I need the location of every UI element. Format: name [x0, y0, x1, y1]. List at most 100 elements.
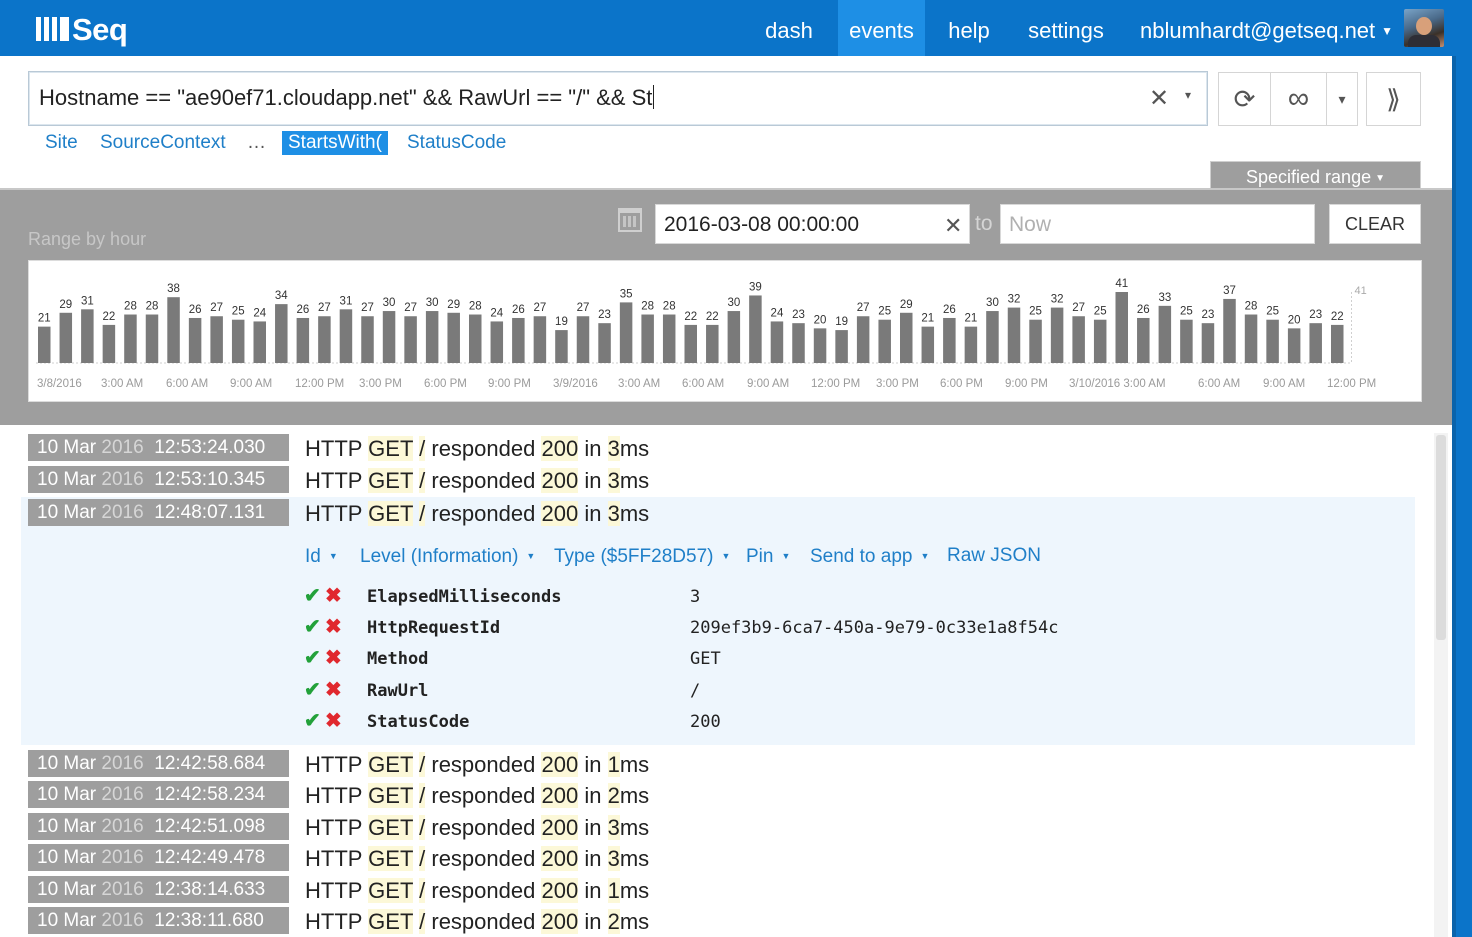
chart-bar[interactable] — [361, 316, 374, 363]
chart-bar[interactable] — [856, 316, 870, 363]
chart-bar[interactable] — [318, 316, 331, 363]
event-message[interactable]: HTTP GET / responded 200 in 3ms — [305, 814, 649, 841]
chart-bar[interactable] — [275, 304, 288, 363]
exclude-filter-icon[interactable]: ✖ — [325, 680, 342, 700]
chart-bar[interactable] — [1050, 307, 1064, 363]
tail-options-button[interactable]: ▾ — [1326, 72, 1358, 126]
event-timestamp[interactable]: 10 Mar 2016 12:42:49.478 — [28, 844, 289, 871]
chart-bar[interactable] — [167, 297, 180, 363]
exclude-filter-icon[interactable]: ✖ — [325, 617, 342, 637]
chart-bar[interactable] — [210, 316, 223, 363]
to-date-input[interactable]: Now — [1000, 204, 1315, 244]
chart-bar[interactable] — [598, 323, 611, 363]
chart-bar[interactable] — [1115, 292, 1129, 363]
suggestion-statuscode[interactable]: StatusCode — [407, 131, 506, 155]
chart-bar[interactable] — [576, 316, 590, 363]
chart-bar[interactable] — [1309, 323, 1322, 363]
event-message[interactable]: HTTP GET / responded 200 in 3ms — [305, 845, 649, 872]
event-message[interactable]: HTTP GET / responded 200 in 3ms — [305, 500, 649, 527]
user-menu[interactable]: nblumhardt@getseq.net ▼ — [1140, 0, 1393, 56]
chart-bar[interactable] — [770, 321, 784, 363]
event-message[interactable]: HTTP GET / responded 200 in 1ms — [305, 751, 649, 778]
chart-bar[interactable] — [533, 316, 547, 363]
chart-bar[interactable] — [231, 319, 245, 363]
event-timestamp[interactable]: 10 Mar 2016 12:38:11.680 — [28, 907, 289, 934]
detail-tab-type-5ff28d57[interactable]: Type ($5FF28D57) ▼ — [554, 543, 730, 570]
chart-bar[interactable] — [1137, 317, 1150, 363]
clear-range-button[interactable]: CLEAR — [1329, 204, 1421, 244]
chart-bar[interactable] — [1266, 319, 1279, 363]
include-filter-icon[interactable]: ✔ — [304, 617, 321, 637]
detail-tab-raw-json[interactable]: Raw JSON — [947, 543, 1041, 569]
chart-bar[interactable] — [1201, 323, 1215, 363]
event-timestamp[interactable]: 10 Mar 2016 12:53:24.030 — [28, 434, 289, 461]
chart-bar[interactable] — [404, 316, 417, 363]
chart-bar[interactable] — [921, 326, 935, 363]
chart-bar[interactable] — [81, 309, 94, 363]
clear-query-icon[interactable]: ✕ — [1149, 84, 1169, 113]
event-timestamp[interactable]: 10 Mar 2016 12:48:07.131 — [28, 499, 289, 526]
chart-bar[interactable] — [382, 311, 396, 363]
exclude-filter-icon[interactable]: ✖ — [325, 648, 342, 668]
suggestion-more[interactable]: … — [247, 131, 266, 155]
clear-from-icon[interactable]: ✕ — [944, 213, 962, 239]
chart-bar[interactable] — [1029, 319, 1042, 363]
chart-bar[interactable] — [878, 319, 891, 363]
exclude-filter-icon[interactable]: ✖ — [325, 586, 342, 606]
event-timestamp[interactable]: 10 Mar 2016 12:42:58.684 — [28, 750, 289, 777]
event-list-scrollbar-thumb[interactable] — [1436, 435, 1446, 640]
chart-bar[interactable] — [38, 326, 51, 363]
suggestion-sourcecontext[interactable]: SourceContext — [100, 131, 226, 155]
include-filter-icon[interactable]: ✔ — [304, 648, 321, 668]
chart-bar[interactable] — [641, 314, 654, 363]
chart-bar[interactable] — [188, 317, 202, 363]
event-message[interactable]: HTTP GET / responded 200 in 2ms — [305, 782, 649, 809]
suggestion-startswith[interactable]: StartsWith( — [282, 131, 388, 155]
chart-bar[interactable] — [727, 311, 741, 363]
chart-bar[interactable] — [792, 323, 805, 363]
chart-bar[interactable] — [619, 302, 633, 363]
event-message[interactable]: HTTP GET / responded 200 in 3ms — [305, 467, 649, 494]
detail-tab-pin[interactable]: Pin ▼ — [746, 543, 790, 570]
chart-bar[interactable] — [469, 314, 482, 363]
detail-tab-id[interactable]: Id ▼ — [305, 543, 338, 570]
event-timestamp[interactable]: 10 Mar 2016 12:42:58.234 — [28, 781, 289, 808]
chart-bar[interactable] — [1072, 316, 1085, 363]
chart-bar[interactable] — [339, 309, 353, 363]
chart-bar[interactable] — [102, 324, 116, 363]
include-filter-icon[interactable]: ✔ — [304, 711, 321, 731]
chart-bar[interactable] — [1007, 307, 1021, 363]
event-timestamp[interactable]: 10 Mar 2016 12:42:51.098 — [28, 813, 289, 840]
chart-bar[interactable] — [124, 314, 137, 363]
event-timestamp[interactable]: 10 Mar 2016 12:53:10.345 — [28, 466, 289, 493]
chart-bar[interactable] — [1331, 324, 1344, 363]
chart-bar[interactable] — [447, 312, 460, 363]
nav-settings[interactable]: settings — [1014, 0, 1118, 56]
chart-bar[interactable] — [490, 321, 504, 363]
chart-bar[interactable] — [749, 295, 762, 363]
chart-bar[interactable] — [986, 311, 999, 363]
event-message[interactable]: HTTP GET / responded 200 in 2ms — [305, 908, 649, 935]
detail-tab-level-information[interactable]: Level (Information) ▼ — [360, 543, 535, 570]
chart-bar[interactable] — [1180, 319, 1193, 363]
from-date-input[interactable]: 2016-03-08 00:00:00 ✕ — [655, 204, 970, 244]
chart-bar[interactable] — [706, 324, 719, 363]
seq-logo[interactable]: Seq — [36, 12, 128, 46]
chart-bar[interactable] — [813, 328, 827, 363]
search-query-input[interactable]: Hostname == "ae90ef71.cloudapp.net" && R… — [28, 71, 1208, 126]
nav-dash[interactable]: dash — [752, 0, 826, 56]
chart-bar[interactable] — [835, 330, 848, 363]
chart-bar[interactable] — [1244, 314, 1258, 363]
event-message[interactable]: HTTP GET / responded 200 in 3ms — [305, 435, 649, 462]
chart-bar[interactable] — [1093, 319, 1107, 363]
event-message[interactable]: HTTP GET / responded 200 in 1ms — [305, 877, 649, 904]
query-history-dropdown-icon[interactable]: ▾ — [1185, 88, 1191, 102]
chart-bar[interactable] — [555, 330, 568, 363]
chart-bar[interactable] — [253, 321, 267, 363]
include-filter-icon[interactable]: ✔ — [304, 586, 321, 606]
chart-bar[interactable] — [59, 312, 73, 363]
nav-help[interactable]: help — [937, 0, 1001, 56]
suggestion-site[interactable]: Site — [45, 131, 78, 155]
nav-events[interactable]: events — [838, 0, 925, 56]
chart-bar[interactable] — [512, 317, 525, 363]
